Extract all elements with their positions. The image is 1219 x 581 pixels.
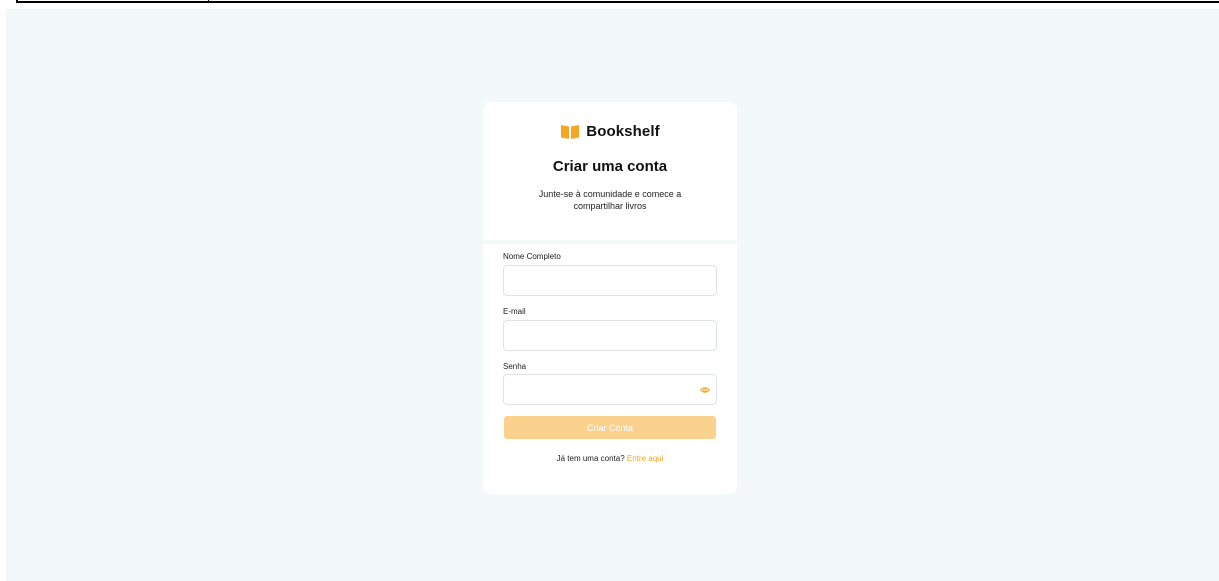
brand-name: Bookshelf <box>586 123 660 140</box>
page-subtitle: Junte-se à comunidade e comece a compart… <box>538 189 682 211</box>
password-label: Senha <box>503 362 527 371</box>
login-prompt-text: Já tem uma conta? <box>556 454 625 463</box>
page-title: Criar uma conta <box>552 158 668 175</box>
login-prompt: Já tem uma conta? Entre aqui <box>483 454 737 463</box>
email-label: E-mail <box>503 307 526 316</box>
brand: Bookshelf <box>483 123 737 140</box>
signup-card-header: Bookshelf Criar uma conta Junte-se à com… <box>483 102 737 240</box>
full-name-label: Nome Completo <box>503 252 561 261</box>
frame-divider <box>208 0 209 3</box>
email-input[interactable] <box>503 320 717 351</box>
open-book-icon <box>560 124 580 140</box>
window-frame <box>16 0 1219 3</box>
eye-icon[interactable] <box>700 385 710 395</box>
password-field[interactable] <box>503 374 717 405</box>
full-name-input[interactable] <box>503 265 717 296</box>
signup-form: Nome Completo E-mail Senha Criar Conta J… <box>483 244 737 494</box>
login-link[interactable]: Entre aqui <box>627 454 663 463</box>
create-account-button[interactable]: Criar Conta <box>504 416 716 439</box>
